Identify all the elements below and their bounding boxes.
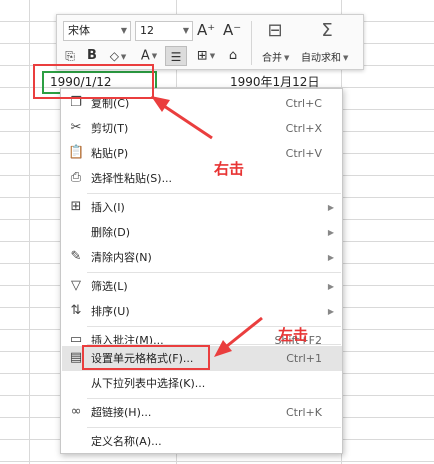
context-menu: ❐ 复制(C) Ctrl+C ✂ 剪切(T) Ctrl+X 📋 粘贴(P) Ct… xyxy=(60,88,343,454)
menu-item-label: 定义名称(A)... xyxy=(91,435,162,448)
menu-item-define-name[interactable]: 定义名称(A)... xyxy=(62,429,342,454)
submenu-arrow-icon: ▶ xyxy=(327,253,334,262)
font-name-select[interactable]: 宋体 ▼ xyxy=(63,21,131,41)
filter-icon: ▽ xyxy=(71,278,81,293)
menu-item-paste[interactable]: 📋 粘贴(P) Ctrl+V xyxy=(62,141,342,166)
toolbar-divider xyxy=(251,21,252,65)
font-size-value: 12 xyxy=(140,24,154,37)
menu-item-paste-special[interactable]: ⎙ 选择性粘贴(S)... xyxy=(62,166,342,191)
bold-icon[interactable]: B xyxy=(83,46,101,66)
menu-item-label: 剪切(T) xyxy=(91,122,129,135)
menu-item-insert[interactable]: ⊞ 插入(I) ▶ xyxy=(62,195,342,220)
left-click-target-box xyxy=(82,345,210,370)
menu-divider xyxy=(87,272,341,273)
merge-label: 合并 xyxy=(262,53,282,64)
submenu-arrow-icon: ▶ xyxy=(327,228,334,237)
menu-divider xyxy=(87,427,341,428)
menu-item-delete[interactable]: 删除(D) ▶ xyxy=(62,220,342,245)
borders-icon[interactable]: ⊞ ▼ xyxy=(193,46,219,66)
increase-font-icon[interactable]: A⁺ xyxy=(197,20,215,40)
chevron-down-icon: ▼ xyxy=(343,54,349,62)
mini-toolbar: 宋体 ▼ 12 ▼ A⁺ A⁻ ⎘ B ◇ ▼ A ▼ ☰ ⊞ ▼ ⌂ ⊟ 合并 ▼ Σ… xyxy=(56,14,364,70)
menu-item-hyperlink[interactable]: ∞ 超链接(H)... Ctrl+K xyxy=(62,400,342,425)
menu-item-label: 从下拉列表中选择(K)... xyxy=(91,377,206,390)
paste-special-icon: ⎙ xyxy=(70,170,82,185)
chevron-down-icon: ▼ xyxy=(284,54,290,62)
menu-divider xyxy=(87,193,341,194)
insert-icon: ⊞ xyxy=(70,199,82,214)
autosum-label: 自动求和 xyxy=(301,53,341,64)
sort-icon: ⇅ xyxy=(70,303,82,318)
font-name-value: 宋体 xyxy=(68,24,90,37)
menu-item-label: 排序(U) xyxy=(91,305,130,318)
merge-cells-icon[interactable]: ⊟ xyxy=(260,20,290,41)
decrease-font-icon[interactable]: A⁻ xyxy=(223,20,241,40)
chevron-down-icon: ▼ xyxy=(182,26,189,35)
right-click-target-box xyxy=(33,64,154,99)
link-icon: ∞ xyxy=(70,404,82,419)
menu-item-pick-from-list[interactable]: 从下拉列表中选择(K)... xyxy=(62,371,342,396)
menu-item-filter[interactable]: ▽ 筛选(L) ▶ xyxy=(62,274,342,299)
menu-item-label: 清除内容(N) xyxy=(91,251,152,264)
menu-item-label: 选择性粘贴(S)... xyxy=(91,172,173,185)
sum-icon[interactable]: Σ xyxy=(312,20,342,41)
menu-item-clear-contents[interactable]: ✎ 清除内容(N) ▶ xyxy=(62,245,342,270)
autosum-button[interactable]: 自动求和 ▼ xyxy=(301,49,348,64)
align-center-icon[interactable]: ☰ xyxy=(165,46,187,66)
eraser-icon[interactable]: ⌂ xyxy=(223,46,243,66)
eraser-icon: ✎ xyxy=(70,249,82,264)
submenu-arrow-icon: ▶ xyxy=(327,307,334,316)
submenu-arrow-icon: ▶ xyxy=(327,282,334,291)
menu-item-label: 筛选(L) xyxy=(91,280,128,293)
menu-item-cut[interactable]: ✂ 剪切(T) Ctrl+X xyxy=(62,116,342,141)
submenu-arrow-icon: ▶ xyxy=(327,203,334,212)
left-click-annotation: 左击 xyxy=(278,326,309,344)
clipboard-icon: 📋 xyxy=(68,145,85,160)
merge-button[interactable]: 合并 ▼ xyxy=(262,49,289,64)
chevron-down-icon: ▼ xyxy=(120,26,127,35)
font-color-icon[interactable]: A ▼ xyxy=(137,46,161,66)
menu-item-shortcut: Ctrl+K xyxy=(285,406,322,419)
menu-divider xyxy=(87,398,341,399)
menu-item-shortcut: Ctrl+X xyxy=(285,122,322,135)
menu-item-label: 粘贴(P) xyxy=(91,147,129,160)
menu-item-shortcut: Ctrl+V xyxy=(285,147,322,160)
menu-item-label: 超链接(H)... xyxy=(91,406,152,419)
menu-item-shortcut: Ctrl+1 xyxy=(286,352,322,365)
menu-item-shortcut: Ctrl+C xyxy=(285,97,322,110)
scissors-icon: ✂ xyxy=(70,120,82,135)
fill-color-icon[interactable]: ◇ ▼ xyxy=(105,46,131,66)
format-painter-icon[interactable]: ⎘ xyxy=(61,46,79,66)
menu-item-sort[interactable]: ⇅ 排序(U) ▶ xyxy=(62,299,342,324)
menu-item-label: 删除(D) xyxy=(91,226,131,239)
menu-item-label: 插入(I) xyxy=(91,201,125,214)
right-click-annotation: 右击 xyxy=(214,160,245,178)
font-size-select[interactable]: 12 ▼ xyxy=(135,21,193,41)
